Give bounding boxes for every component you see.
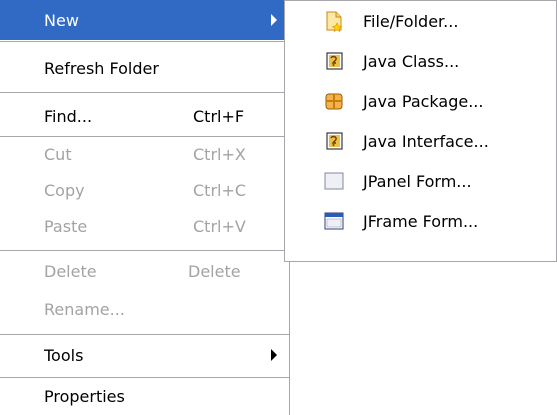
menu-item-refresh-folder-label: Refresh Folder <box>44 58 159 78</box>
menu-item-find-shortcut: Ctrl+F <box>193 106 245 126</box>
menu-item-new[interactable]: New <box>0 0 289 40</box>
menu-separator <box>0 92 289 93</box>
menu-item-paste-shortcut: Ctrl+V <box>193 216 246 236</box>
menu-item-paste[interactable]: Paste Ctrl+V <box>0 208 289 244</box>
menu-item-copy-label: Copy <box>44 180 85 200</box>
menu-separator <box>0 250 289 251</box>
context-menu: New Refresh Folder Find... Ctrl+F Cut Ct… <box>0 0 290 415</box>
menu-item-rename[interactable]: Rename... <box>0 290 289 328</box>
menu-item-copy[interactable]: Copy Ctrl+C <box>0 172 289 208</box>
menu-item-cut[interactable]: Cut Ctrl+X <box>0 136 289 172</box>
submenu-arrow-icon <box>271 14 277 26</box>
menu-item-find[interactable]: Find... Ctrl+F <box>0 96 289 136</box>
java-class-icon <box>326 52 343 70</box>
new-submenu: File/Folder... Java Class... Java Packag… <box>284 0 557 262</box>
submenu-item-file-folder[interactable]: File/Folder... <box>285 1 556 41</box>
menu-item-copy-shortcut: Ctrl+C <box>193 180 247 200</box>
jframe-form-icon <box>324 212 344 230</box>
submenu-item-jframe-form[interactable]: JFrame Form... <box>285 201 556 241</box>
menu-item-delete[interactable]: Delete Delete <box>0 252 289 290</box>
submenu-item-java-package[interactable]: Java Package... <box>285 81 556 121</box>
menu-item-properties[interactable]: Properties <box>0 378 289 415</box>
submenu-item-java-interface[interactable]: Java Interface... <box>285 121 556 161</box>
java-interface-icon <box>326 132 343 150</box>
submenu-item-label: JFrame Form... <box>363 211 479 231</box>
submenu-item-java-class[interactable]: Java Class... <box>285 41 556 81</box>
menu-item-cut-shortcut: Ctrl+X <box>193 144 246 164</box>
submenu-arrow-icon <box>271 349 277 361</box>
menu-item-delete-label: Delete <box>44 261 97 281</box>
submenu-item-label: Java Class... <box>363 51 460 71</box>
menu-item-find-label: Find... <box>44 106 93 126</box>
submenu-item-label: Java Package... <box>363 91 484 111</box>
menu-item-rename-label: Rename... <box>44 299 125 319</box>
menu-item-delete-shortcut: Delete <box>188 261 241 281</box>
submenu-item-label: Java Interface... <box>363 131 489 151</box>
menu-item-properties-label: Properties <box>44 387 125 406</box>
submenu-item-jpanel-form[interactable]: JPanel Form... <box>285 161 556 201</box>
menu-item-refresh-folder[interactable]: Refresh Folder <box>0 48 289 88</box>
menu-item-paste-label: Paste <box>44 216 88 236</box>
menu-item-new-label: New <box>44 10 79 30</box>
new-file-icon <box>326 11 343 32</box>
menu-item-tools-label: Tools <box>44 345 84 365</box>
menu-separator <box>0 334 289 335</box>
jpanel-form-icon <box>324 172 344 190</box>
submenu-item-label: JPanel Form... <box>363 171 472 191</box>
submenu-item-label: File/Folder... <box>363 11 459 31</box>
menu-item-tools[interactable]: Tools <box>0 336 289 374</box>
java-package-icon <box>325 93 343 110</box>
menu-separator <box>0 41 289 42</box>
menu-item-cut-label: Cut <box>44 144 72 164</box>
